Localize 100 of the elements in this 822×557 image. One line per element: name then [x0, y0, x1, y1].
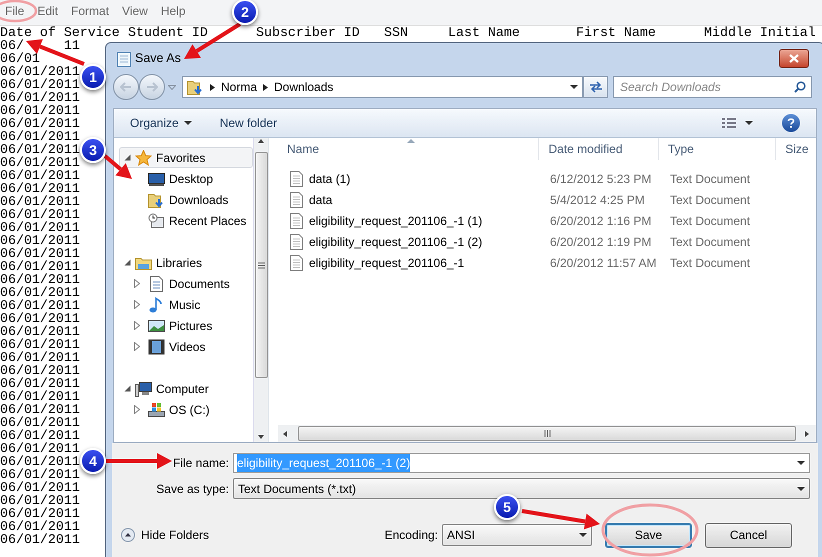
menu-item[interactable]: Edit	[37, 2, 58, 20]
forward-arrow-icon	[146, 82, 158, 92]
window-title: Save As	[135, 50, 181, 68]
computer-icon	[135, 380, 152, 396]
file-row[interactable]: eligibility_request_201106_-1 (1) 6/20/2012 1:16 PM Text Document	[278, 210, 816, 231]
menu-item[interactable]: File	[5, 2, 24, 20]
dialog-button[interactable]: Cancel	[705, 522, 792, 548]
refresh-button[interactable]	[583, 76, 608, 98]
date-text: 06/01/2011	[0, 533, 80, 546]
file-type: Text Document	[669, 192, 752, 208]
toolbar-button[interactable]: Organize	[130, 114, 192, 132]
date-text: 06/01/2011	[0, 338, 80, 351]
date-text: 06/01	[0, 52, 40, 65]
back-arrow-icon	[120, 82, 132, 92]
collapsed-triangle-icon[interactable]	[134, 300, 140, 309]
address-bar[interactable]: Norma Downloads	[182, 76, 583, 98]
view-options-button[interactable]	[720, 118, 755, 128]
save-as-type-dropdown[interactable]: Text Documents (*.txt)	[233, 478, 810, 499]
date-text: 06/01/2011	[0, 390, 80, 403]
download-folder-icon	[148, 192, 165, 208]
scroll-thumb[interactable]	[254, 152, 268, 378]
nav-item[interactable]: Music	[119, 294, 253, 315]
date-modified: 5/4/2012 4:25 PM	[549, 192, 646, 208]
date-text: 06/01/2011	[0, 377, 80, 390]
date-text: 06/01/2011	[0, 286, 80, 299]
column-header[interactable]: Size	[776, 138, 816, 160]
expanded-triangle-icon[interactable]	[124, 385, 131, 392]
expanded-triangle-icon[interactable]	[124, 154, 131, 161]
nav-item[interactable]: Documents	[119, 273, 253, 294]
film-icon	[148, 338, 165, 354]
nav-group[interactable]: Computer	[119, 378, 253, 399]
forward-button[interactable]	[139, 74, 165, 100]
collapsed-triangle-icon[interactable]	[134, 342, 140, 351]
file-name: eligibility_request_201106_-1 (2)	[309, 234, 482, 250]
menu-item[interactable]: Format	[71, 2, 110, 20]
notepad-icon	[117, 50, 131, 66]
dialog-button[interactable]: Save	[605, 522, 692, 548]
scroll-arrow-icon[interactable]	[257, 138, 265, 146]
menu-item[interactable]: View	[122, 2, 148, 20]
date-text: 06/01/2011	[0, 325, 80, 338]
toolbar-button[interactable]: New folder	[220, 114, 278, 132]
caret-icon	[745, 121, 753, 125]
nav-item[interactable]: Desktop	[119, 168, 253, 189]
file-row[interactable]: data 5/4/2012 4:25 PM Text Document	[278, 189, 816, 210]
date-text: 06/01/2011	[0, 182, 80, 195]
column-heading: Subscriber ID	[256, 25, 360, 40]
search-field[interactable]: Search Downloads	[613, 76, 812, 98]
encoding-dropdown[interactable]: ANSI	[442, 524, 592, 546]
search-icon	[794, 81, 806, 93]
nav-item[interactable]: OS (C:)	[119, 399, 253, 420]
vertical-scrollbar[interactable]	[253, 138, 268, 442]
date-text: 06/01/2011	[0, 221, 80, 234]
date-modified: 6/20/2012 1:19 PM	[549, 234, 652, 250]
help-button[interactable]	[782, 114, 800, 132]
nav-item[interactable]: Recent Places	[119, 210, 253, 231]
grip-icon	[258, 262, 264, 268]
horizontal-scrollbar[interactable]	[278, 425, 816, 442]
date-text: 06/01/2011	[0, 351, 80, 364]
nav-item[interactable]: Pictures	[119, 315, 253, 336]
close-button[interactable]	[779, 49, 809, 68]
column-header[interactable]: Type	[658, 138, 776, 160]
date-text: 06/01/2011	[0, 104, 80, 117]
date-text: 06/01/2011	[0, 78, 80, 91]
collapsed-triangle-icon[interactable]	[134, 279, 140, 288]
date-text: 06/01/2011	[0, 195, 80, 208]
step-number-badge: 1	[80, 64, 106, 90]
breadcrumb-item[interactable]: Norma	[221, 78, 258, 96]
date-text: 06/01/2011	[0, 507, 80, 520]
date-text: 06/01/2011	[0, 312, 80, 325]
nav-item[interactable]: Videos	[119, 336, 253, 357]
date-text: 06/01/2011	[0, 143, 80, 156]
monitor-icon	[148, 170, 165, 186]
date-text: 06/01/2011	[0, 273, 80, 286]
file-row[interactable]: data (1) 6/12/2012 5:23 PM Text Document	[278, 168, 816, 189]
breadcrumb-item[interactable]: Downloads	[274, 78, 334, 96]
date-text: 06/01/2011	[0, 234, 80, 247]
column-heading: Student ID	[128, 25, 208, 40]
field-value: eligibility_request_201106_-1 (2)	[237, 454, 410, 472]
back-button[interactable]	[113, 74, 139, 100]
nav-group[interactable]: Favorites	[119, 147, 253, 168]
nav-item[interactable]: Downloads	[119, 189, 253, 210]
date-text: 06/01/2011	[0, 442, 80, 455]
file-row[interactable]: eligibility_request_201106_-1 (2) 6/20/2012 1:19 PM Text Document	[278, 231, 816, 252]
date-modified: 6/20/2012 11:57 AM	[549, 254, 658, 272]
menu-item[interactable]: Help	[160, 2, 186, 20]
scroll-arrow-icon[interactable]	[282, 430, 290, 438]
file-name: eligibility_request_201106_-1 (1)	[309, 212, 482, 230]
chevron-icon[interactable]	[263, 84, 268, 90]
collapsed-triangle-icon[interactable]	[134, 321, 140, 330]
nav-group[interactable]: Libraries	[119, 252, 253, 273]
expanded-triangle-icon[interactable]	[124, 259, 131, 266]
date-text: 06/01/2011	[0, 520, 80, 533]
column-header[interactable]: Name	[278, 138, 540, 160]
scroll-thumb[interactable]	[298, 426, 796, 441]
collapsed-triangle-icon[interactable]	[134, 405, 140, 414]
column-header[interactable]: Date modified	[539, 138, 659, 160]
chevron-icon[interactable]	[210, 84, 215, 90]
star-icon	[135, 150, 152, 166]
hide-folders-button[interactable]: Hide Folders	[121, 526, 210, 544]
file-row[interactable]: eligibility_request_201106_-1 6/20/2012 11:57 AM Text Document	[278, 252, 816, 273]
